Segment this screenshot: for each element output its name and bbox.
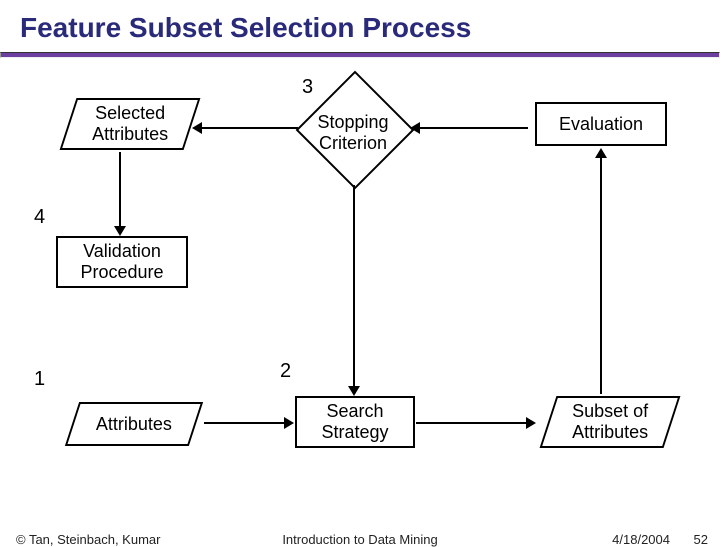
node-label: SelectedAttributes (92, 103, 168, 144)
node-stopping-criterion (296, 71, 415, 190)
node-label: Evaluation (559, 114, 643, 135)
node-attributes: Attributes (65, 402, 203, 446)
step-number-3: 3 (302, 76, 313, 99)
arrow-right-icon (284, 417, 294, 429)
node-subset-of-attributes: Subset ofAttributes (540, 396, 681, 448)
edge (353, 185, 355, 388)
arrow-down-icon (348, 386, 360, 396)
edge (202, 127, 298, 129)
step-number-4: 4 (34, 206, 45, 229)
step-number-1: 1 (34, 368, 45, 391)
edge (119, 152, 121, 228)
node-label: Attributes (96, 414, 172, 435)
arrow-left-icon (410, 122, 420, 134)
node-evaluation: Evaluation (535, 102, 667, 146)
edge (600, 156, 602, 394)
edge (204, 422, 286, 424)
arrow-up-icon (595, 148, 607, 158)
diagram-canvas: SelectedAttributes StoppingCriterion 3 E… (0, 58, 720, 488)
page-title: Feature Subset Selection Process (0, 0, 720, 52)
node-label: Subset ofAttributes (572, 401, 648, 442)
arrow-right-icon (526, 417, 536, 429)
node-selected-attributes: SelectedAttributes (60, 98, 201, 150)
edge (420, 127, 528, 129)
node-label: SearchStrategy (321, 401, 388, 442)
node-validation-procedure: ValidationProcedure (56, 236, 188, 288)
node-label: ValidationProcedure (80, 241, 163, 282)
arrow-down-icon (114, 226, 126, 236)
arrow-left-icon (192, 122, 202, 134)
step-number-2: 2 (280, 360, 291, 383)
edge (416, 422, 528, 424)
node-search-strategy: SearchStrategy (295, 396, 415, 448)
